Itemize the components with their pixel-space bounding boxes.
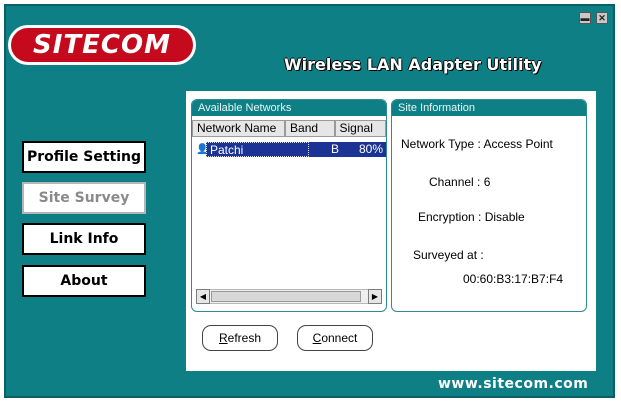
access-point-icon: 👤 bbox=[196, 144, 209, 155]
band-cell: B bbox=[330, 142, 339, 156]
channel-text: Channel : 6 bbox=[429, 175, 491, 189]
signal-cell: 80% bbox=[358, 142, 383, 156]
scroll-track[interactable] bbox=[210, 289, 368, 304]
connect-label: onnect bbox=[321, 331, 358, 345]
scroll-thumb[interactable] bbox=[211, 291, 361, 302]
sitecom-logo: SITECOM bbox=[8, 25, 196, 65]
column-band[interactable]: Band bbox=[285, 120, 335, 137]
scroll-left-icon[interactable]: ◀ bbox=[196, 289, 210, 304]
mac-address-text: 00:60:B3:17:B7:F4 bbox=[463, 272, 564, 286]
refresh-mnemonic: R bbox=[218, 331, 228, 345]
scroll-right-icon[interactable]: ▶ bbox=[368, 289, 382, 304]
horizontal-scrollbar[interactable]: ◀ ▶ bbox=[196, 289, 382, 304]
network-type-text: Network Type : Access Point bbox=[401, 137, 553, 151]
table-row[interactable]: 👤 Patchi B 80% bbox=[196, 142, 386, 157]
close-icon[interactable]: ✕ bbox=[596, 12, 608, 24]
site-information-header: Site Information bbox=[392, 100, 586, 116]
link-info-button[interactable]: Link Info bbox=[22, 223, 146, 255]
refresh-button[interactable]: Refresh bbox=[202, 325, 278, 351]
app-title: Wireless LAN Adapter Utility bbox=[284, 55, 542, 74]
footer-url: www.sitecom.com bbox=[438, 376, 589, 392]
connect-button[interactable]: Connect bbox=[297, 325, 373, 351]
minimize-icon[interactable]: ▬ bbox=[579, 12, 591, 24]
column-signal[interactable]: Signal bbox=[334, 120, 386, 137]
refresh-label: efresh bbox=[227, 331, 262, 345]
column-network-name[interactable]: Network Name bbox=[192, 120, 286, 137]
surveyed-at-label: Surveyed at : bbox=[413, 248, 484, 262]
brand-text: SITECOM bbox=[33, 30, 171, 60]
network-name-cell: Patchi bbox=[206, 142, 309, 157]
about-button[interactable]: About bbox=[22, 265, 146, 297]
profile-setting-button[interactable]: Profile Setting bbox=[22, 141, 146, 173]
available-networks-box: Available Networks Network Name Band Sig… bbox=[191, 99, 387, 312]
available-networks-header: Available Networks bbox=[192, 100, 386, 116]
site-survey-button[interactable]: Site Survey bbox=[22, 182, 146, 214]
connect-mnemonic: C bbox=[312, 331, 322, 345]
site-information-box: Site Information Network Type : Access P… bbox=[391, 99, 587, 312]
encryption-text: Encryption : Disable bbox=[418, 210, 525, 224]
network-table-header: Network Name Band Signal bbox=[192, 120, 386, 137]
